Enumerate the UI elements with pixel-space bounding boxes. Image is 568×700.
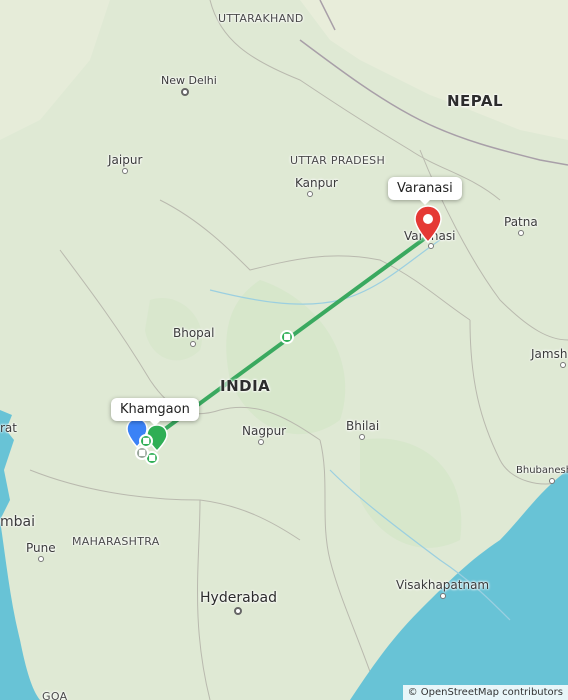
- origin-callout[interactable]: Khamgaon: [111, 398, 199, 426]
- destination-pin-icon[interactable]: [414, 205, 442, 243]
- city-dot-bhopal: [190, 341, 196, 347]
- city-label-bhopal: Bhopal: [173, 326, 215, 340]
- city-dot-pune: [38, 556, 44, 562]
- city-dot-varanasi: [428, 243, 434, 249]
- city-dot-bhilai: [359, 434, 365, 440]
- region-label-nepal: NEPAL: [447, 92, 504, 110]
- city-label-bhubaneswar: Bhubanesh: [516, 465, 568, 476]
- region-label-india: INDIA: [220, 377, 271, 395]
- city-label-jaipur: Jaipur: [108, 153, 143, 167]
- city-dot-nagpur: [258, 439, 264, 445]
- city-dot-bhubaneswar: [549, 478, 555, 484]
- city-label-hyderabad: Hyderabad: [200, 590, 277, 606]
- city-dot-visakhapatnam: [440, 593, 446, 599]
- map-attribution[interactable]: © OpenStreetMap contributors: [402, 685, 568, 700]
- city-label-mumbai: mbai: [0, 514, 35, 530]
- city-label-pune: Pune: [26, 541, 56, 555]
- city-label-patna: Patna: [504, 215, 538, 229]
- map-canvas[interactable]: UTTARAKHAND NEPAL UTTAR PRADESH INDIA MA…: [0, 0, 568, 700]
- city-label-bhilai: Bhilai: [346, 419, 380, 433]
- city-dot-jamshedpur: [560, 362, 566, 368]
- region-label-uttar-pradesh: UTTAR PRADESH: [290, 154, 386, 167]
- train-stop-icon-3[interactable]: ■: [135, 446, 149, 460]
- city-label-new-delhi: New Delhi: [161, 74, 217, 87]
- city-dot-new-delhi: [181, 88, 189, 96]
- city-label-jamshedpur: Jamsh: [531, 347, 568, 361]
- city-dot-kanpur: [307, 191, 313, 197]
- train-icon[interactable]: ■: [280, 330, 294, 344]
- city-dot-patna: [518, 230, 524, 236]
- city-label-kanpur: Kanpur: [295, 176, 338, 190]
- region-label-goa: GOA: [42, 690, 68, 700]
- city-dot-hyderabad: [234, 607, 242, 615]
- region-label-uttarakhand: UTTARAKHAND: [218, 12, 304, 25]
- region-label-maharashtra: MAHARASHTRA: [72, 535, 160, 548]
- city-label-nagpur: Nagpur: [242, 424, 287, 438]
- city-label-surat: rat: [0, 421, 17, 435]
- destination-callout[interactable]: Varanasi: [388, 177, 462, 205]
- city-dot-jaipur: [122, 168, 128, 174]
- city-label-visakhapatnam: Visakhapatnam: [396, 578, 490, 592]
